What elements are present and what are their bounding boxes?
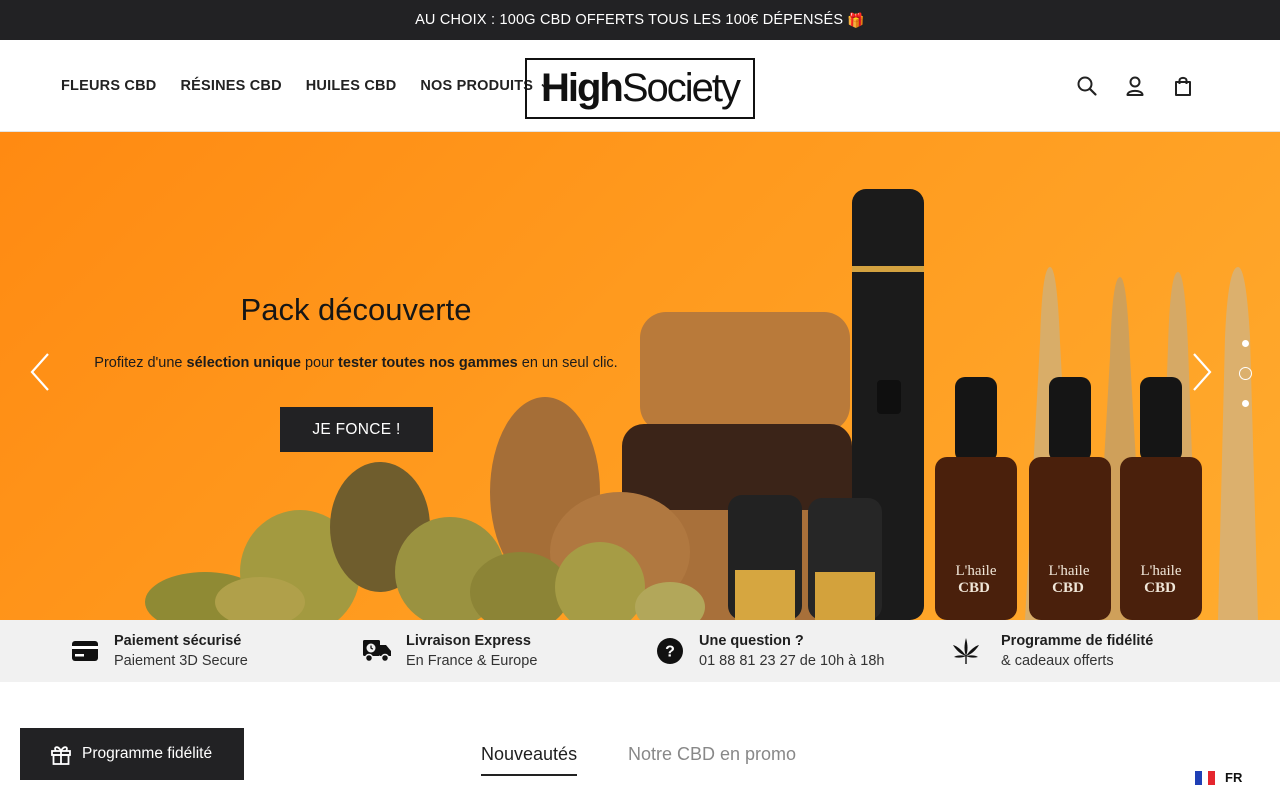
site-header: FLEURS CBD RÉSINES CBD HUILES CBD NOS PR… — [0, 40, 1280, 132]
nav-item-fleurs[interactable]: FLEURS CBD — [61, 78, 156, 94]
reassurance-bar: Paiement sécurisé Paiement 3D Secure Liv… — [0, 620, 1280, 682]
nav-item-label: RÉSINES CBD — [180, 78, 282, 94]
announcement-text: AU CHOIX : 100G CBD OFFERTS TOUS LES 100… — [415, 12, 844, 28]
bottle-brand-text: L'haile — [1048, 563, 1089, 579]
delivery-truck-icon — [362, 636, 392, 666]
site-logo[interactable]: High Society — [525, 58, 755, 119]
france-flag-icon — [1195, 770, 1216, 785]
feature-title: Une question ? — [699, 633, 804, 649]
hero-title: Pack découverte — [240, 292, 472, 327]
tab-promo[interactable]: Notre CBD en promo — [628, 744, 796, 765]
loyalty-program-label: Programme fidélité — [82, 745, 213, 762]
language-code: FR — [1225, 770, 1243, 785]
hero-cta-button[interactable]: JE FONCE ! — [280, 407, 433, 452]
slider-dot-3[interactable] — [1237, 395, 1253, 411]
logo-text-society: Society — [621, 66, 741, 110]
svg-text:?: ? — [665, 644, 675, 661]
bottle-label-text: CBD — [958, 580, 990, 596]
feature-subtitle: 01 88 81 23 27 de 10h à 18h — [699, 653, 885, 669]
feature-subtitle: En France & Europe — [406, 653, 538, 669]
header-actions — [1074, 40, 1196, 132]
logo-text-high: High — [540, 66, 624, 110]
main-nav: FLEURS CBD RÉSINES CBD HUILES CBD NOS PR… — [61, 40, 550, 132]
feature-contact: ? Une question ? 01 88 81 23 27 de 10h à… — [655, 620, 884, 682]
feature-title: Paiement sécurisé — [114, 633, 242, 649]
hero-product-image: L'haile CBD L'haile CBD L'haile CBD — [145, 189, 1258, 620]
gift-icon — [49, 742, 73, 766]
slider-dot-1[interactable] — [1237, 335, 1253, 351]
cannabis-leaf-icon — [951, 636, 981, 666]
feature-loyalty: Programme de fidélité & cadeaux offerts — [951, 620, 1153, 682]
tab-nouveautes[interactable]: Nouveautés — [481, 744, 578, 776]
hero-subtitle: Profitez d'une sélection unique pour tes… — [60, 355, 652, 371]
bottle-brand-text: L'haile — [1140, 563, 1181, 579]
hero-subtitle-text: en un seul clic. — [517, 355, 618, 371]
feature-subtitle: Paiement 3D Secure — [114, 653, 248, 669]
feature-payment: Paiement sécurisé Paiement 3D Secure — [70, 620, 248, 682]
feature-delivery: Livraison Express En France & Europe — [362, 620, 537, 682]
question-icon: ? — [655, 636, 685, 666]
loyalty-program-button[interactable]: Programme fidélité — [20, 728, 244, 780]
nav-item-label: HUILES CBD — [305, 78, 397, 94]
hero-subtitle-strong: sélection unique — [186, 355, 301, 371]
bottle-brand-text: L'haile — [955, 563, 996, 579]
slider-pagination — [1237, 335, 1253, 411]
nav-item-resines[interactable]: RÉSINES CBD — [180, 78, 281, 94]
account-icon[interactable] — [1122, 73, 1148, 99]
hero-subtitle-text: pour — [300, 355, 339, 371]
nav-item-huiles[interactable]: HUILES CBD — [306, 78, 397, 94]
language-switcher[interactable]: FR — [1195, 770, 1242, 785]
credit-card-icon — [70, 636, 100, 666]
bottle-label-text: CBD — [1052, 580, 1084, 596]
slider-dot-2-active[interactable] — [1237, 365, 1253, 381]
feature-title: Programme de fidélité — [1001, 633, 1154, 649]
slider-next-arrow[interactable] — [1186, 352, 1216, 392]
hero-subtitle-text: Profitez d'une — [94, 355, 187, 371]
nav-item-label: NOS PRODUITS — [420, 78, 534, 94]
cart-icon[interactable] — [1170, 73, 1196, 99]
hero-subtitle-strong: tester toutes nos gammes — [338, 355, 518, 371]
gift-icon: 🎁 — [847, 11, 865, 28]
feature-title: Livraison Express — [406, 633, 531, 649]
feature-subtitle: & cadeaux offerts — [1001, 653, 1114, 669]
bottle-label-text: CBD — [1144, 580, 1176, 596]
announcement-bar: AU CHOIX : 100G CBD OFFERTS TOUS LES 100… — [0, 0, 1280, 40]
slider-prev-arrow[interactable] — [26, 352, 56, 392]
nav-item-label: FLEURS CBD — [61, 78, 157, 94]
search-icon[interactable] — [1074, 73, 1100, 99]
hero-slider: L'haile CBD L'haile CBD L'haile CBD Pack… — [0, 132, 1280, 620]
